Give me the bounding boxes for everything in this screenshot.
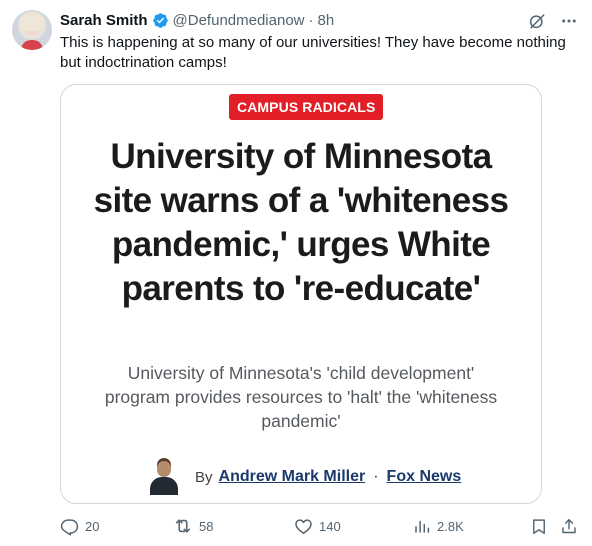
outlet-name: Fox News: [386, 468, 462, 485]
header-separator: ·: [308, 11, 314, 29]
reply-count: 20: [85, 518, 100, 534]
author-photo: [147, 459, 181, 495]
tweet-text: This is happening at so many of our univ…: [60, 34, 566, 71]
article-subtitle: University of Minnesota's 'child develop…: [104, 363, 498, 431]
like-count: 140: [319, 518, 341, 534]
link-card[interactable]: CAMPUS RADICALS University of Minnesota …: [60, 84, 542, 504]
avatar[interactable]: [12, 10, 52, 50]
views-count: 2.8K: [437, 518, 464, 534]
reply-button[interactable]: 20: [60, 515, 99, 537]
timestamp[interactable]: 8h: [318, 12, 335, 29]
tweet-header: Sarah Smith @Defundmedianow · 8h: [60, 10, 334, 30]
action-bar: 20 58 140 2.8K: [60, 515, 580, 537]
article-byline: By Andrew Mark Miller · Fox News: [147, 457, 461, 497]
verified-icon: [152, 12, 168, 28]
category-badge: CAMPUS RADICALS: [229, 94, 384, 120]
like-button[interactable]: 140: [294, 515, 341, 537]
bookmark-icon: [533, 518, 545, 534]
byline-separator: ·: [373, 468, 379, 485]
share-button[interactable]: [560, 515, 578, 537]
by-label: By: [195, 468, 213, 486]
bookmark-button[interactable]: [530, 515, 548, 537]
user-handle[interactable]: @Defundmedianow: [173, 12, 305, 29]
more-icon[interactable]: [560, 12, 578, 30]
repost-count: 58: [199, 518, 214, 534]
views-button[interactable]: 2.8K: [413, 515, 464, 537]
like-icon: [295, 518, 312, 534]
top-icons: [528, 12, 578, 30]
tweet[interactable]: Sarah Smith @Defundmedianow · 8h This is…: [0, 0, 592, 546]
views-icon: [415, 520, 430, 533]
display-name[interactable]: Sarah Smith: [60, 12, 148, 29]
share-icon: [562, 518, 576, 533]
author-name: Andrew Mark Miller: [218, 468, 366, 485]
grok-icon[interactable]: [528, 12, 546, 30]
reply-icon: [60, 518, 79, 536]
repost-icon: [175, 519, 191, 533]
repost-button[interactable]: 58: [173, 515, 213, 537]
article-headline: University of Minnesota site warns of a …: [93, 137, 509, 308]
